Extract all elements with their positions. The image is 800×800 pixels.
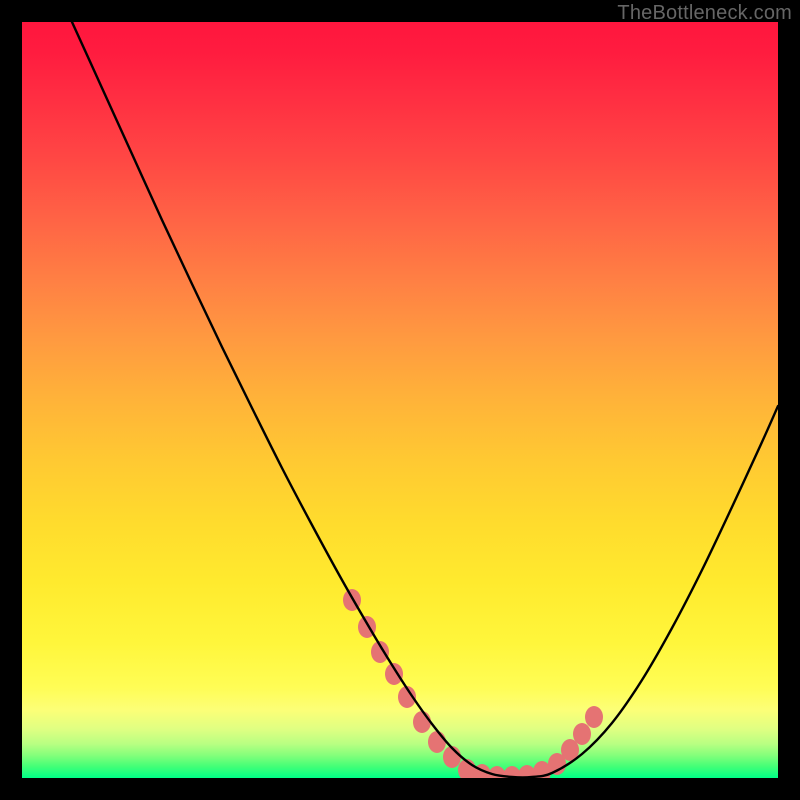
gradient-background <box>22 22 778 778</box>
plot-area <box>22 22 778 778</box>
chart-frame <box>22 22 778 778</box>
watermark-text: TheBottleneck.com <box>617 2 792 25</box>
